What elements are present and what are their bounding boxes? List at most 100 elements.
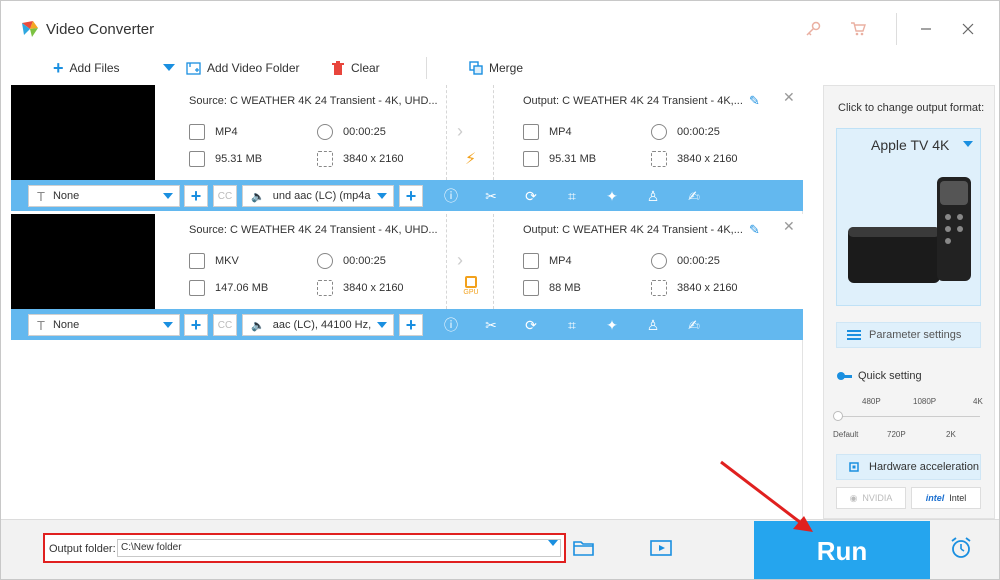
output-resolution: 3840 x 2160: [651, 151, 738, 167]
remove-item-icon[interactable]: ✕: [783, 89, 795, 106]
effects-wand-icon[interactable]: ✦: [602, 186, 622, 206]
add-audio-button[interactable]: +: [399, 314, 423, 336]
add-files-button[interactable]: + Add Files: [53, 53, 120, 83]
file-format-icon: [189, 124, 205, 140]
folder-icon: [189, 151, 205, 167]
watermark-stamp-icon[interactable]: ♙: [643, 315, 663, 335]
file-item[interactable]: Source: C WEATHER 4K 24 Transient - 4K, …: [11, 214, 803, 309]
source-format-value: MKV: [215, 255, 239, 267]
file-format-icon: [523, 253, 539, 269]
resolution-icon: [651, 280, 667, 296]
text-icon: T: [37, 317, 45, 333]
chevron-down-icon[interactable]: [548, 540, 558, 546]
subtitle-edit-icon[interactable]: ✍: [684, 315, 704, 335]
scissors-icon[interactable]: ✂: [481, 186, 501, 206]
output-resolution: 3840 x 2160: [651, 280, 738, 296]
output-duration: 00:00:25: [651, 124, 720, 140]
output-format-name: Apple TV 4K: [871, 137, 950, 153]
parameter-settings-label: Parameter settings: [869, 329, 962, 341]
run-button[interactable]: Run: [754, 521, 930, 579]
source-resolution-value: 3840 x 2160: [343, 282, 404, 294]
info-icon[interactable]: ⓘ: [441, 186, 461, 206]
video-folder-icon[interactable]: [650, 539, 672, 557]
merge-button[interactable]: Merge: [469, 53, 523, 83]
add-video-folder-button[interactable]: Add Video Folder: [186, 53, 300, 83]
output-folder-label: Output folder:: [49, 543, 116, 555]
hardware-acceleration-button[interactable]: Hardware acceleration: [836, 454, 981, 480]
add-audio-button[interactable]: +: [399, 185, 423, 207]
chevron-right-icon: ›: [457, 121, 463, 141]
source-title: Source: C WEATHER 4K 24 Transient - 4K, …: [189, 224, 438, 236]
audio-value: und aac (LC) (mp4a: [272, 190, 371, 202]
info-icon[interactable]: ⓘ: [441, 315, 461, 335]
folder-icon: [189, 280, 205, 296]
file-list: Source: C WEATHER 4K 24 Transient - 4K, …: [11, 85, 803, 519]
add-subtitle-button[interactable]: +: [184, 185, 208, 207]
edit-icon[interactable]: ✎: [749, 222, 760, 238]
output-format: MP4: [523, 253, 572, 269]
chevron-down-icon: [163, 322, 173, 328]
toolbar-divider: [426, 57, 427, 79]
tick-1080p: 1080P: [913, 397, 937, 406]
crop-icon[interactable]: ⌗: [562, 186, 582, 206]
clear-button[interactable]: Clear: [331, 53, 380, 83]
output-format-selector[interactable]: Apple TV 4K: [836, 128, 981, 306]
key-icon[interactable]: [803, 15, 823, 43]
speaker-icon: 🔈: [251, 190, 265, 203]
clock-icon: [651, 124, 667, 140]
output-size: 95.31 MB: [523, 151, 596, 167]
cart-icon[interactable]: [847, 15, 869, 43]
merge-label: Merge: [489, 61, 524, 75]
chevron-down-icon: [377, 322, 387, 328]
chevron-down-icon: [163, 64, 175, 71]
crop-icon[interactable]: ⌗: [562, 315, 582, 335]
parameter-settings-button[interactable]: Parameter settings: [836, 322, 981, 348]
watermark-stamp-icon[interactable]: ♙: [643, 186, 663, 206]
source-resolution-value: 3840 x 2160: [343, 153, 404, 165]
rotate-icon[interactable]: ⟳: [521, 186, 541, 206]
nvidia-eye-icon: ◉: [849, 492, 858, 503]
open-folder-icon[interactable]: [573, 539, 595, 557]
intel-logo-icon: intel: [925, 493, 945, 503]
audio-select[interactable]: 🔈 aac (LC), 44100 Hz,: [242, 314, 394, 336]
close-button[interactable]: [958, 15, 978, 43]
file-item[interactable]: Source: C WEATHER 4K 24 Transient - 4K, …: [11, 85, 803, 180]
clock-icon: [317, 253, 333, 269]
subtitle-select[interactable]: T None: [28, 314, 180, 336]
audio-select[interactable]: 🔈 und aac (LC) (mp4a: [242, 185, 394, 207]
output-folder-input[interactable]: C:\New folder: [117, 539, 561, 557]
minimize-button[interactable]: [916, 15, 936, 43]
edit-icon[interactable]: ✎: [749, 93, 760, 109]
add-files-dropdown[interactable]: [163, 53, 175, 83]
intel-option[interactable]: intel Intel: [911, 487, 981, 509]
plus-icon: +: [53, 58, 64, 78]
tick-720p: 720P: [887, 430, 906, 439]
video-thumbnail[interactable]: [11, 214, 155, 309]
remove-item-icon[interactable]: ✕: [783, 218, 795, 235]
subtitle-select[interactable]: T None: [28, 185, 180, 207]
bottom-bar: Output folder: C:\New folder Run: [1, 519, 999, 579]
scissors-icon[interactable]: ✂: [481, 315, 501, 335]
chip-icon: [849, 462, 859, 472]
quality-slider-track[interactable]: [838, 416, 980, 420]
subtitle-edit-icon[interactable]: ✍: [684, 186, 704, 206]
source-resolution: 3840 x 2160: [317, 151, 404, 167]
intel-label: Intel: [949, 493, 967, 503]
rotate-icon[interactable]: ⟳: [521, 315, 541, 335]
effects-wand-icon[interactable]: ✦: [602, 315, 622, 335]
add-subtitle-button[interactable]: +: [184, 314, 208, 336]
alarm-clock-icon[interactable]: [949, 536, 973, 560]
tick-4k: 4K: [973, 397, 983, 406]
cc-icon[interactable]: CC: [213, 185, 237, 207]
resolution-icon: [317, 280, 333, 296]
merge-icon: [469, 61, 483, 75]
quality-slider-knob[interactable]: [833, 411, 843, 421]
cc-icon[interactable]: CC: [213, 314, 237, 336]
source-size: 95.31 MB: [189, 151, 262, 167]
speaker-icon: 🔈: [251, 319, 265, 332]
subtitle-value: None: [52, 190, 80, 202]
video-thumbnail[interactable]: [11, 85, 155, 180]
app-window: Video Converter + Add Files Add Video Fo…: [0, 0, 1000, 580]
nvidia-option[interactable]: ◉ NVIDIA: [836, 487, 906, 509]
source-size: 147.06 MB: [189, 280, 268, 296]
